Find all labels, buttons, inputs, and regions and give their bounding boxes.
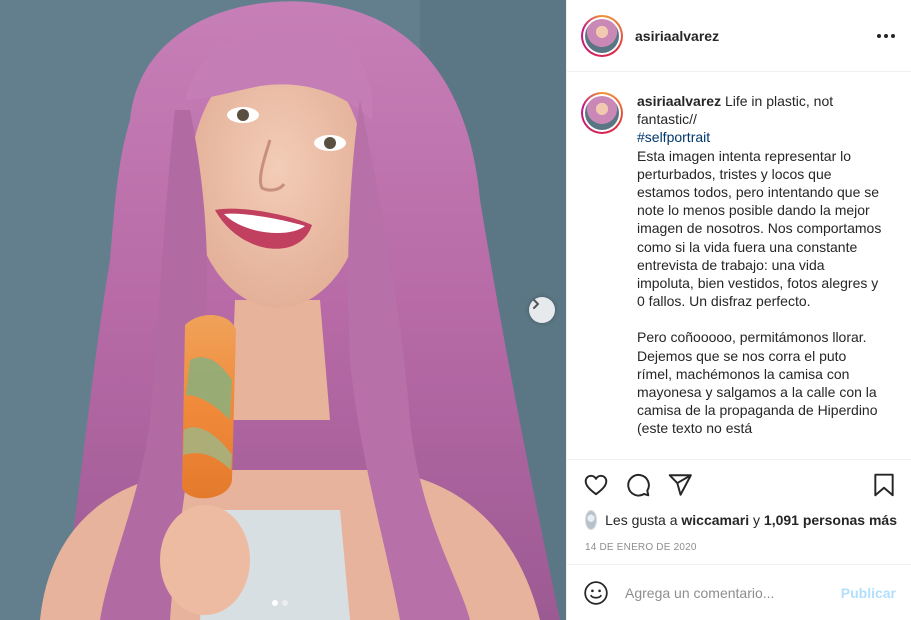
bookmark-icon[interactable] [871,472,897,498]
carousel-dot-active [272,600,278,606]
hashtag-link[interactable]: #selfportrait [637,128,882,146]
comments-section[interactable]: asiriaalvarez Life in plastic, not fanta… [567,72,911,460]
post-caption: asiriaalvarez Life in plastic, not fanta… [637,92,882,459]
likes-connector: y [753,512,761,528]
likes-summary[interactable]: Les gusta a wiccamari y 1,091 personas m… [567,510,911,530]
publish-button[interactable]: Publicar [841,585,896,601]
emoji-icon[interactable] [583,580,609,606]
post-date[interactable]: 14 de enero de 2020 [567,540,911,556]
share-icon[interactable] [667,472,693,498]
carousel-next-button[interactable] [529,297,555,323]
caption-author-avatar[interactable] [581,92,623,134]
likes-prefix: Les gusta a [605,512,678,528]
carousel-indicator [272,600,288,606]
portrait-illustration [0,0,566,620]
author-avatar[interactable] [581,14,623,57]
post-header: asiriaalvarez [567,0,911,72]
liker-username[interactable]: wiccamari [681,512,749,528]
liker-avatar[interactable] [585,510,598,530]
author-username[interactable]: asiriaalvarez [635,28,875,44]
carousel-dot [282,600,288,606]
post-photo[interactable] [0,0,566,620]
caption-username[interactable]: asiriaalvarez [637,93,721,109]
add-comment-bar: Publicar [567,564,911,620]
caption-paragraph-1: Esta imagen intenta representar lo pertu… [637,147,882,310]
post-side-panel: asiriaalvarez asiriaalvarez Life in plas… [566,0,911,620]
chevron-right-icon [533,299,539,309]
likes-count[interactable]: 1,091 personas más [764,512,897,528]
post-actions-bar [567,460,911,510]
comment-input[interactable] [625,584,841,601]
heart-icon[interactable] [583,472,609,498]
caption-paragraph-2: Pero coñooooo, permitámonos llorar. Deje… [637,329,878,437]
more-options-icon[interactable] [875,28,897,44]
comment-icon[interactable] [625,472,651,498]
